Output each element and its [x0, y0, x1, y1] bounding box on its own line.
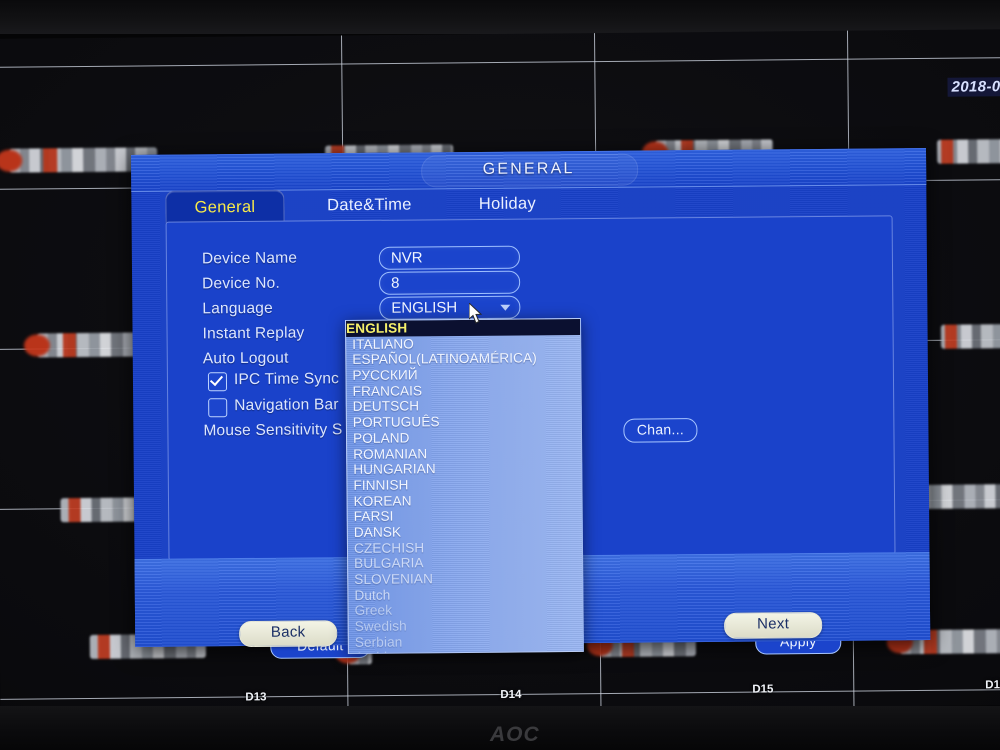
- chevron-down-icon: [500, 304, 511, 311]
- redacted-camera-label: [937, 139, 1000, 164]
- tab-holiday[interactable]: Holiday: [451, 187, 563, 220]
- label-navigation-bar: Navigation Bar: [234, 396, 339, 415]
- language-value: ENGLISH: [391, 299, 458, 317]
- language-select[interactable]: ENGLISH: [379, 295, 521, 320]
- device-no-input[interactable]: 8: [379, 270, 521, 295]
- checkbox-navigation-bar[interactable]: [208, 398, 228, 418]
- channel-label-d14: D14: [500, 688, 522, 702]
- tab-general[interactable]: General: [165, 189, 285, 224]
- aoc-brand-logo: AOC: [490, 723, 540, 746]
- channel-label-d16: D16: [985, 679, 1000, 692]
- redacted-camera-label: [940, 324, 1000, 349]
- language-dropdown-list[interactable]: ENGLISH ITALIANO ESPAÑOL(LATINOAMÉRICA) …: [345, 317, 584, 654]
- monitor-bezel-top: [0, 0, 1000, 34]
- checkbox-ipc-time-sync[interactable]: [207, 372, 228, 392]
- label-mouse-sensitivity: Mouse Sensitivity S: [203, 421, 343, 440]
- device-name-input[interactable]: NVR: [378, 245, 521, 270]
- channel-label-d13: D13: [245, 691, 267, 704]
- channel-button[interactable]: Chan...: [623, 418, 698, 443]
- label-auto-logout: Auto Logout: [202, 349, 289, 368]
- label-instant-replay: Instant Replay: [202, 324, 305, 343]
- channel-label-d15: D15: [752, 683, 774, 696]
- label-language: Language: [202, 299, 273, 318]
- label-ipc-time-sync: IPC Time Sync: [233, 370, 340, 389]
- live-view-timestamp: 2018-0: [947, 77, 1000, 97]
- label-device-no: Device No.: [202, 274, 281, 293]
- mouse-cursor-icon: [469, 303, 483, 324]
- device-no-value: 8: [391, 274, 400, 292]
- next-button[interactable]: Next: [724, 611, 823, 639]
- device-name-value: NVR: [390, 249, 423, 267]
- dialog-title: GENERAL: [482, 160, 575, 178]
- tab-date-time[interactable]: Date&Time: [299, 188, 439, 221]
- label-device-name: Device Name: [201, 249, 298, 268]
- monitor-photo: 2018-0 D13 D14 D15 D16 GENERAL General D…: [0, 0, 1000, 750]
- grid-line-h0: [0, 57, 1000, 69]
- back-button[interactable]: Back: [239, 620, 338, 648]
